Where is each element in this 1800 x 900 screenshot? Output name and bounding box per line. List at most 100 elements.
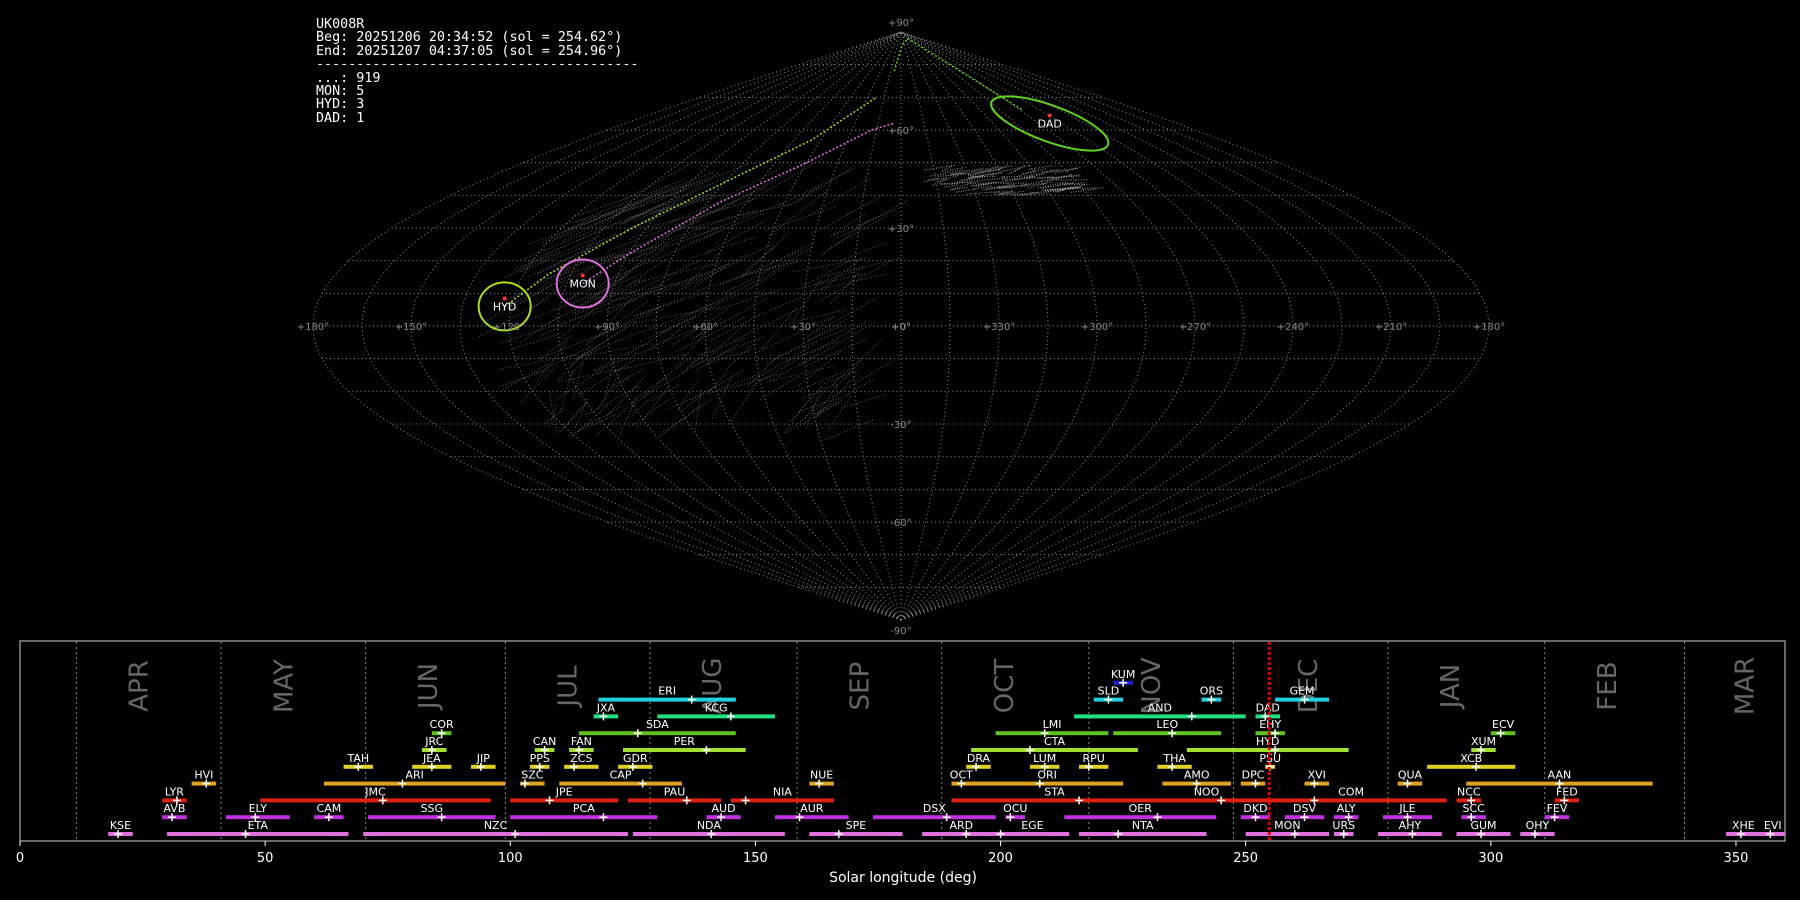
- shower-label-evi: EVI: [1764, 819, 1782, 832]
- sporadic-trail: [667, 388, 714, 410]
- shower-label-dkd: DKD: [1243, 802, 1267, 815]
- sporadic-trail: [819, 260, 892, 302]
- sporadic-trail: [572, 361, 584, 399]
- shower-label-eta: ETA: [248, 819, 269, 832]
- sporadic-trail: [736, 246, 775, 279]
- shower-label-fed: FED: [1556, 785, 1578, 798]
- shower-label-aan: AAN: [1548, 769, 1572, 782]
- sporadic-trail: [606, 376, 646, 417]
- sporadic-trail: [694, 263, 730, 287]
- sporadic-trail: [923, 164, 953, 171]
- sporadic-trail: [1011, 180, 1044, 189]
- sporadic-trail: [1062, 182, 1085, 185]
- shower-label-pps: PPS: [530, 752, 550, 765]
- sporadic-trail: [574, 398, 588, 428]
- sporadic-trail: [639, 262, 722, 283]
- sporadic-trail: [816, 372, 859, 418]
- shower-label-ari: ARI: [405, 769, 423, 782]
- x-tick-label: 350: [1724, 851, 1749, 866]
- sporadic-trail: [672, 185, 768, 230]
- shower-label-nda: NDA: [697, 819, 722, 832]
- sporadic-trail: [537, 232, 618, 275]
- shower-label-gem: GEM: [1290, 685, 1315, 698]
- sporadic-trail: [599, 185, 669, 226]
- station-id: UK008R: [316, 17, 365, 32]
- shower-label-sda: SDA: [646, 718, 669, 731]
- shower-label-eri: ERI: [658, 685, 676, 698]
- sporadic-trail: [498, 354, 577, 370]
- sporadic-trail: [795, 167, 853, 204]
- sporadic-trail: [581, 211, 661, 254]
- shower-timeline: APR MAY JUN JUL AUG SEP OCT NOV DEC JAN FEB MAR KUM…: [16, 640, 1786, 886]
- shower-label-nue: NUE: [810, 769, 833, 782]
- longitude-tick-label: +180°: [297, 322, 329, 333]
- shower-label-jea: JEA: [422, 752, 441, 765]
- shower-label-per: PER: [674, 735, 696, 748]
- sporadic-trail: [770, 353, 819, 382]
- sporadic-trail: [520, 226, 603, 261]
- x-tick-label: 150: [743, 851, 768, 866]
- sporadic-trail: [834, 213, 866, 235]
- shower-label-kum: KUM: [1111, 668, 1135, 681]
- sporadic-trail: [951, 180, 979, 185]
- sporadic-trail: [950, 183, 970, 191]
- shower-bar-ege: [995, 832, 1070, 836]
- sporadic-trail: [689, 235, 758, 259]
- latitude-tick-label: -90°: [890, 626, 911, 637]
- sporadic-trail: [780, 168, 855, 206]
- shower-bar-ard: [922, 832, 1001, 836]
- sporadic-trail: [499, 368, 551, 387]
- shower-bar-nta: [1079, 832, 1207, 836]
- sporadic-trail: [616, 273, 705, 306]
- shower-label-sta: STA: [1044, 785, 1065, 798]
- latitude-tick-label: -60°: [890, 518, 911, 529]
- sporadic-trail: [753, 351, 810, 387]
- shower-label-scc: SCC: [1463, 802, 1486, 815]
- sporadic-trail: [610, 376, 630, 392]
- sporadic-trail: [553, 203, 630, 240]
- sporadic-trail: [685, 253, 749, 286]
- sporadic-trail: [787, 184, 822, 207]
- sporadic-trail: [603, 358, 616, 403]
- sporadic-trail: [1037, 181, 1067, 189]
- x-tick-label: 100: [498, 851, 523, 866]
- shower-label-lum: LUM: [1033, 752, 1056, 765]
- shower-label-com: COM: [1338, 785, 1364, 798]
- shower-bar-aur: [775, 815, 849, 820]
- shower-label-ecv: ECV: [1492, 718, 1515, 731]
- sporadic-trail: [1001, 178, 1016, 181]
- shower-label-ors: ORS: [1200, 685, 1223, 698]
- sky-map: HYD MON DAD +180° +150° +120° +90° +60° +30° +0°…: [297, 18, 1505, 637]
- x-axis-label: Solar longitude (deg): [829, 870, 977, 886]
- observation-info: UK008R Beg: 20251206 20:34:52 (sol = 254.…: [316, 17, 638, 126]
- sporadic-trail: [759, 375, 800, 401]
- sporadic-trail: [711, 374, 734, 419]
- sporadic-trail: [830, 272, 859, 304]
- longitude-tick-label: +240°: [1277, 322, 1309, 333]
- longitude-tick-label: +330°: [983, 322, 1015, 333]
- shower-label-nzc: NZC: [484, 819, 508, 832]
- shower-label-qua: QUA: [1398, 769, 1423, 782]
- radiant-hyd-label: HYD: [493, 300, 516, 313]
- sporadic-trail: [741, 232, 790, 278]
- shower-bar-ssg: [368, 815, 496, 820]
- sporadic-trail: [731, 378, 760, 422]
- shower-label-tah: TAH: [346, 752, 369, 765]
- sporadic-trail: [613, 352, 689, 373]
- sporadic-trail: [559, 368, 574, 413]
- shower-bar-ari: [323, 781, 506, 786]
- sporadic-trail: [569, 326, 626, 366]
- sporadic-trail: [746, 259, 798, 291]
- sporadic-trail: [944, 184, 959, 188]
- radiant-dad-label: DAD: [1038, 117, 1062, 130]
- sporadic-trail: [554, 365, 609, 401]
- shower-label-xvi: XVI: [1308, 769, 1326, 782]
- sporadic-trail: [607, 229, 663, 252]
- sporadic-trail: [928, 177, 948, 181]
- longitude-tick-label: +120°: [493, 322, 525, 333]
- shower-label-ege: EGE: [1021, 819, 1043, 832]
- sporadic-trail: [635, 306, 722, 324]
- shower-label-hyd: HYD: [1256, 735, 1279, 748]
- shower-label-kse: KSE: [110, 819, 131, 832]
- sporadic-trail: [725, 203, 793, 219]
